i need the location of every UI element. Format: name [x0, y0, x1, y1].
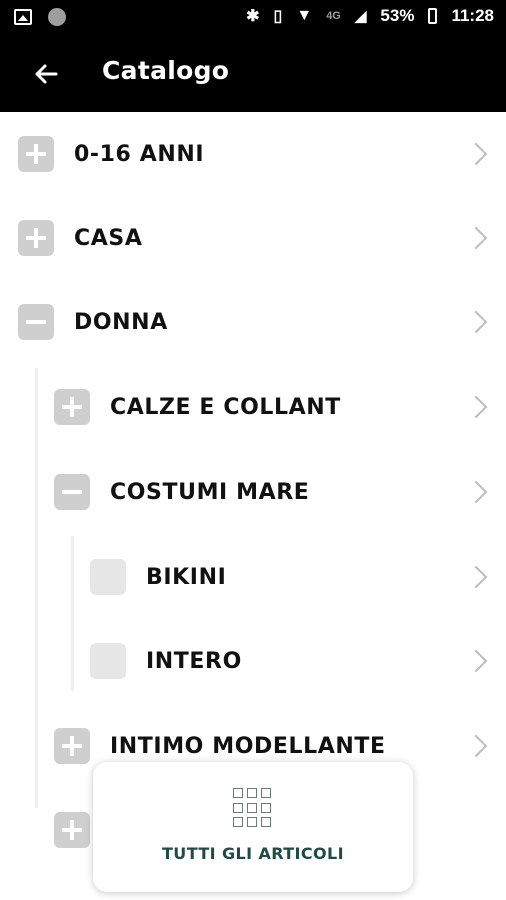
leaf-placeholder-icon: [90, 559, 126, 595]
leaf-row-bikini[interactable]: BIKINI: [90, 535, 506, 619]
page-title: Catalogo: [102, 56, 230, 85]
subcategory-label: INTIMO MODELLANTE: [110, 733, 386, 759]
collapse-minus-icon[interactable]: [18, 304, 54, 340]
battery-icon: [428, 8, 438, 24]
expand-plus-icon[interactable]: [54, 389, 90, 425]
leaf-label: INTERO: [146, 648, 242, 674]
bluetooth-icon: ✱: [246, 8, 260, 25]
signal-icon: ◢: [354, 8, 367, 25]
chevron-right-icon: [464, 310, 488, 334]
expand-plus-icon[interactable]: [54, 728, 90, 764]
leaf-row-intero[interactable]: INTERO: [90, 619, 506, 703]
chevron-right-icon: [464, 395, 488, 419]
leaf-label: BIKINI: [146, 564, 227, 590]
back-arrow-icon[interactable]: [30, 58, 62, 90]
all-items-label: TUTTI GLI ARTICOLI: [161, 844, 345, 863]
network-type: 4G: [326, 10, 341, 22]
wifi-icon: ▼: [296, 7, 313, 24]
chevron-right-icon: [464, 226, 488, 250]
category-row-casa[interactable]: CASA: [18, 196, 506, 280]
vibrate-icon: ▯: [273, 8, 283, 25]
app-bar: Catalogo: [0, 36, 506, 112]
battery-percent: 53%: [380, 6, 415, 25]
category-row-donna[interactable]: DONNA: [18, 280, 506, 364]
leaf-placeholder-icon: [90, 643, 126, 679]
tree-guide-line: [35, 368, 38, 808]
all-items-card[interactable]: TUTTI GLI ARTICOLI: [93, 762, 413, 892]
status-bar: ✱ ▯ ▼ 4G ◢ 53% 11:28: [0, 0, 506, 36]
subcategory-label: CALZE E COLLANT: [110, 394, 341, 420]
category-row-0-16-anni[interactable]: 0-16 ANNI: [18, 112, 506, 196]
subcategory-label: COSTUMI MARE: [110, 479, 310, 505]
subcategory-row-costumi-mare[interactable]: COSTUMI MARE: [54, 450, 506, 534]
chevron-right-icon: [464, 565, 488, 589]
tree-guide-line: [71, 536, 74, 691]
expand-plus-icon[interactable]: [18, 136, 54, 172]
expand-plus-icon[interactable]: [54, 812, 90, 848]
category-label: DONNA: [74, 309, 168, 335]
chevron-right-icon: [464, 142, 488, 166]
category-label: 0-16 ANNI: [74, 141, 205, 167]
chevron-right-icon: [464, 649, 488, 673]
clock: 11:28: [451, 6, 494, 25]
image-notification-icon: [14, 9, 32, 25]
subcategory-row-calze-e-collant[interactable]: CALZE E COLLANT: [54, 365, 506, 449]
grid-icon: [233, 788, 273, 828]
chevron-right-icon: [464, 480, 488, 504]
category-label: CASA: [74, 225, 143, 251]
collapse-minus-icon[interactable]: [54, 474, 90, 510]
chevron-right-icon: [464, 734, 488, 758]
expand-plus-icon[interactable]: [18, 220, 54, 256]
circle-notification-icon: [48, 8, 66, 26]
